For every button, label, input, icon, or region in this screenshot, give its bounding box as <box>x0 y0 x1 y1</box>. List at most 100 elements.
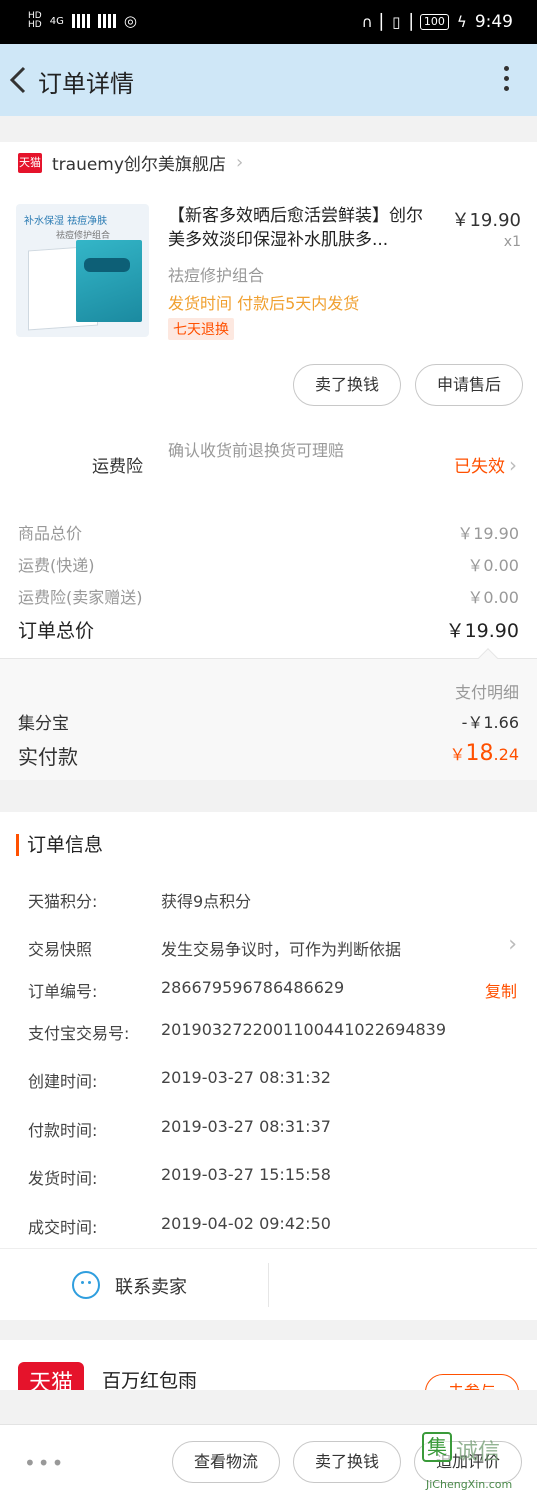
hd-icon: HD HD <box>28 11 42 30</box>
jifenbao-label: 集分宝 <box>18 714 69 734</box>
product-quantity: x1 <box>503 234 521 250</box>
order-info-title: 订单信息 <box>16 834 103 856</box>
chat-bubble-icon[interactable] <box>72 1271 100 1299</box>
back-arrow-icon[interactable] <box>8 64 32 96</box>
contact-seller-bar: 联系卖家 <box>0 1248 537 1320</box>
paid-decimal: .24 <box>493 745 519 764</box>
order-number-row: 订单编号: 286679596786486629 复制 <box>28 978 517 1004</box>
paid-integer: 18 <box>465 741 494 766</box>
more-dots-icon[interactable]: ••• <box>24 1451 65 1475</box>
shipping-insurance-label: 运费险 <box>92 457 143 477</box>
jifenbao-value: -￥1.66 <box>461 713 519 732</box>
watermark-url: JiChengXin.com <box>426 1478 513 1491</box>
signal-icon-2 <box>97 14 116 28</box>
info-value: 发生交易争议时，可作为判断依据 <box>161 940 402 959</box>
after-sales-button[interactable]: 申请售后 <box>415 364 523 406</box>
goods-total-value: ￥19.90 <box>457 524 519 543</box>
price-summary: 商品总价 ￥19.90 运费(快递) ￥0.00 运费险(卖家赠送) ￥0.00… <box>0 510 537 658</box>
info-key: 交易快照 <box>28 940 93 959</box>
actual-paid-label: 实付款 <box>18 745 78 769</box>
order-item-card: 天猫 trauemy创尔美旗舰店 › 补水保湿 祛痘净肤 祛痘修护组合 【新客多… <box>0 142 537 520</box>
info-key: 成交时间: <box>28 1218 98 1237</box>
created-time-row: 创建时间: 2019-03-27 08:31:32 <box>28 1068 517 1094</box>
shipping-insurance-status[interactable]: 已失效 <box>454 452 517 477</box>
paid-currency: ￥ <box>449 745 466 764</box>
view-logistics-button[interactable]: 查看物流 <box>172 1441 280 1483</box>
watermark-text: 诚信 <box>456 1440 501 1465</box>
tmall-points-row: 天猫积分: 获得9点积分 <box>28 888 517 914</box>
payment-detail: 支付明细 集分宝 -￥1.66 实付款 ￥18.24 <box>0 648 537 780</box>
tmall-icon: 天猫 <box>18 152 42 173</box>
tmall-logo: 天猫 <box>18 1362 84 1390</box>
alipay-trade-no-row: 支付宝交易号: 2019032722001100441022694839 <box>28 1020 517 1046</box>
goods-total-label: 商品总价 <box>18 524 83 543</box>
shop-header[interactable]: 天猫 trauemy创尔美旗舰店 › <box>18 150 243 175</box>
info-value: 2019-04-02 09:42:50 <box>161 1214 331 1233</box>
info-value: 2019032722001100441022694839 <box>161 1020 447 1039</box>
jifenbao-row: 集分宝 -￥1.66 <box>18 709 519 734</box>
shipping-time: 发货时间 付款后5天内发货 <box>168 294 360 313</box>
divider <box>268 1263 269 1307</box>
completed-time-row: 成交时间: 2019-04-02 09:42:50 <box>28 1214 517 1240</box>
battery-icon: 100 <box>419 14 449 30</box>
goods-total-row: 商品总价 ￥19.90 <box>18 520 519 544</box>
shipped-time-row: 发货时间: 2019-03-27 15:15:58 <box>28 1165 517 1191</box>
more-menu-icon[interactable] <box>501 66 511 96</box>
product-title[interactable]: 【新客多效晒后愈活尝鲜装】创尔美多效淡印保湿补水肌肤多... <box>168 204 438 252</box>
chevron-right-icon: › <box>508 932 517 957</box>
nav-bar: 订单详情 <box>0 44 537 116</box>
shop-name: trauemy创尔美旗舰店 <box>52 155 226 175</box>
clock: 9:49 <box>474 12 513 32</box>
insurance-fee-value: ￥0.00 <box>467 588 519 607</box>
thumb-caption: 补水保湿 祛痘净肤 <box>24 216 108 227</box>
chevron-right-icon: › <box>235 152 244 173</box>
insurance-fee-label: 运费险(卖家赠送) <box>18 588 143 607</box>
status-bar: HD HD 4G ◎ ∩ ▏▯▕ 100 ϟ 9:49 <box>0 0 537 44</box>
actual-paid-row: 实付款 ￥18.24 <box>18 741 519 770</box>
vibrate-icon: ▏▯▕ <box>380 13 412 31</box>
promo-text: 百万红包雨 <box>102 1370 198 1390</box>
nfc-icon: ◎ <box>123 12 137 30</box>
paid-time-row: 付款时间: 2019-03-27 08:31:37 <box>28 1117 517 1143</box>
info-key: 发货时间: <box>28 1169 98 1188</box>
freight-value: ￥0.00 <box>467 556 519 575</box>
seven-day-return-badge: 七天退换 <box>168 318 234 340</box>
product-pack-teal <box>76 240 142 322</box>
product-sku: 祛痘修护组合 <box>168 266 265 285</box>
watermark: 集 诚信 JiChengXin.com <box>420 1426 537 1500</box>
info-value: 286679596786486629 <box>161 978 345 997</box>
watermark-logo: 集 <box>422 1432 452 1462</box>
copy-button[interactable]: 复制 <box>485 978 517 1002</box>
shipping-insurance-desc: 确认收货前退换货可理赔 <box>168 441 345 460</box>
trade-snapshot-row[interactable]: 交易快照 发生交易争议时，可作为判断依据 › <box>28 932 517 962</box>
sell-for-cash-bottom-button[interactable]: 卖了换钱 <box>293 1441 401 1483</box>
signal-icon <box>71 14 90 28</box>
info-key: 创建时间: <box>28 1072 98 1091</box>
info-value: 2019-03-27 08:31:32 <box>161 1068 331 1087</box>
product-thumbnail[interactable]: 补水保湿 祛痘净肤 祛痘修护组合 <box>16 204 149 337</box>
charging-icon: ϟ <box>456 13 467 31</box>
info-key: 支付宝交易号: <box>28 1024 130 1043</box>
freight-row: 运费(快递) ￥0.00 <box>18 552 519 576</box>
headset-icon: ∩ <box>361 13 373 31</box>
actual-paid-value: ￥18.24 <box>450 741 519 770</box>
info-key: 天猫积分: <box>28 892 98 911</box>
product-price: ￥19.90 <box>451 210 521 231</box>
payment-detail-link[interactable]: 支付明细 <box>455 679 519 703</box>
sell-for-cash-button[interactable]: 卖了换钱 <box>293 364 401 406</box>
order-total-value: ￥19.90 <box>445 620 519 642</box>
contact-seller-button[interactable]: 联系卖家 <box>115 1273 187 1299</box>
promo-banner: 天猫 百万红包雨 去参与 <box>0 1340 537 1390</box>
insurance-fee-row: 运费险(卖家赠送) ￥0.00 <box>18 584 519 608</box>
info-value: 2019-03-27 08:31:37 <box>161 1117 331 1136</box>
info-value: 获得9点积分 <box>161 892 252 911</box>
page-title: 订单详情 <box>38 70 134 98</box>
info-key: 付款时间: <box>28 1121 98 1140</box>
network-type: 4G <box>49 15 64 27</box>
info-key: 订单编号: <box>28 982 98 1001</box>
info-value: 2019-03-27 15:15:58 <box>161 1165 331 1184</box>
order-total-label: 订单总价 <box>18 620 95 642</box>
order-total-row: 订单总价 ￥19.90 <box>18 616 519 643</box>
promo-join-button[interactable]: 去参与 <box>425 1374 519 1390</box>
order-info: 订单信息 天猫积分: 获得9点积分 交易快照 发生交易争议时，可作为判断依据 ›… <box>0 812 537 1248</box>
